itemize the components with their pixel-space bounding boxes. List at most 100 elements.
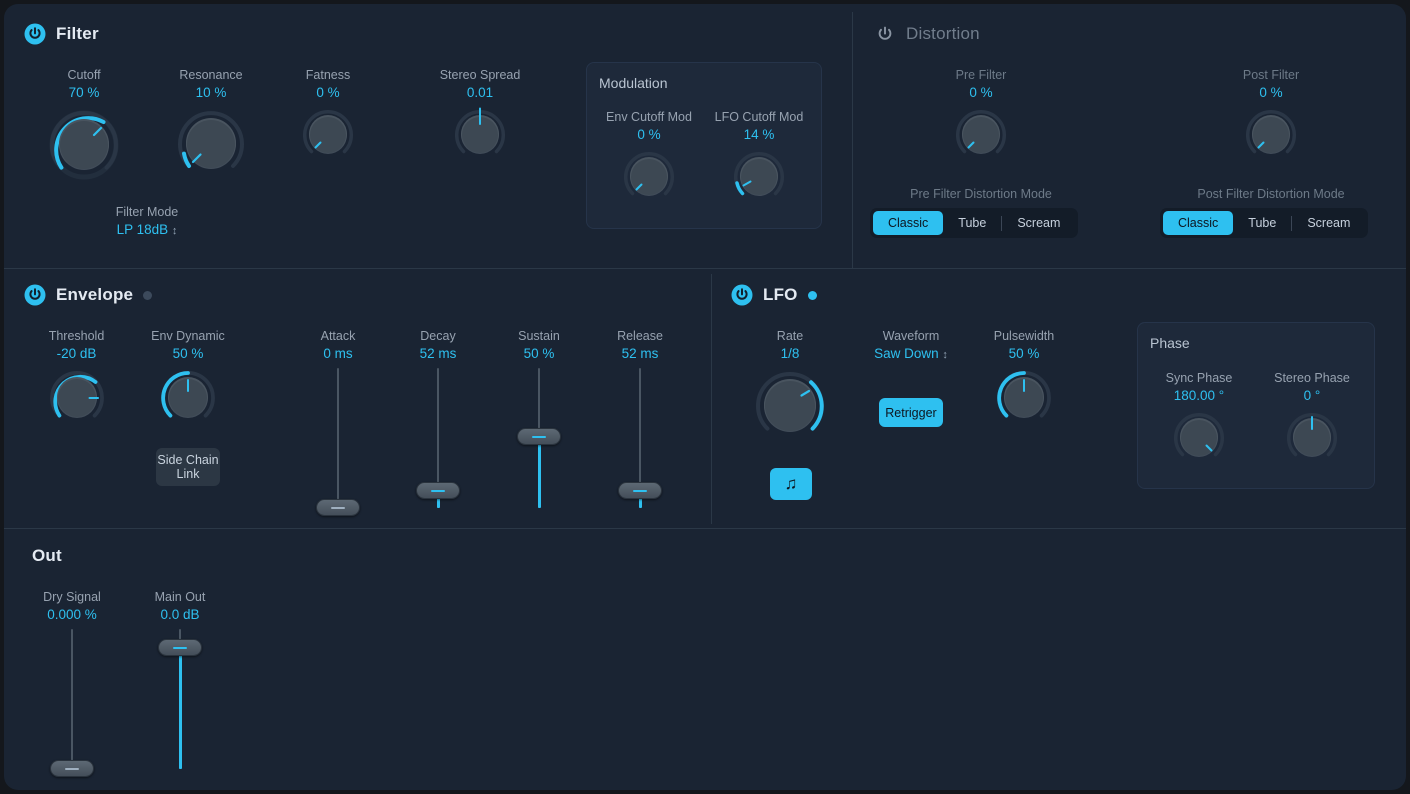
post-filter-distortion-mode-group[interactable]: Classic Tube Scream: [1160, 208, 1368, 238]
slider-fill: [179, 647, 182, 769]
param-value: 0 %: [291, 84, 365, 101]
slider-main-out[interactable]: Main Out 0.0 dB: [134, 590, 226, 777]
knob-env-cutoff-mod[interactable]: [620, 148, 678, 206]
filter-mode-value-row[interactable]: LP 18dB ↕: [97, 221, 197, 240]
param-value: 180.00 °: [1150, 387, 1248, 404]
param-value: -20 dB: [29, 345, 124, 362]
section-header-lfo: LFO: [731, 284, 817, 306]
section-header-out: Out: [32, 546, 62, 566]
param-value: 0 °: [1262, 387, 1362, 404]
section-header-filter: Filter: [24, 23, 99, 45]
slider-value: 0 ms: [292, 345, 384, 362]
slider-thumb[interactable]: [517, 428, 561, 445]
slider-value: 0.0 dB: [134, 606, 226, 623]
param-lfo-waveform[interactable]: Waveform Saw Down ↕: [859, 329, 963, 364]
post-mode-classic[interactable]: Classic: [1163, 211, 1233, 235]
slider-sustain[interactable]: Sustain 50 %: [493, 329, 585, 516]
knob-env-dynamic[interactable]: [157, 367, 219, 429]
param-value: 14 %: [710, 126, 808, 143]
pre-filter-mode-label: Pre Filter Distortion Mode: [852, 187, 1110, 202]
param-label: Env Dynamic: [138, 329, 238, 344]
power-icon[interactable]: [24, 284, 46, 306]
music-note-glyph: ♫: [785, 477, 798, 491]
param-value: 50 %: [976, 345, 1072, 362]
filter-mode-selector[interactable]: Filter Mode LP 18dB ↕: [97, 205, 197, 240]
param-pulsewidth[interactable]: Pulsewidth 50 %: [976, 329, 1072, 429]
knob-lfo-rate[interactable]: [751, 367, 829, 445]
waveform-value-row[interactable]: Saw Down ↕: [859, 345, 963, 364]
slider-thumb[interactable]: [618, 482, 662, 499]
section-title-lfo: LFO: [763, 285, 798, 305]
slider-decay[interactable]: Decay 52 ms: [392, 329, 484, 516]
knob-lfo-cutoff-mod[interactable]: [730, 148, 788, 206]
param-label: Stereo Spread: [417, 68, 543, 83]
slider-attack[interactable]: Attack 0 ms: [292, 329, 384, 516]
param-label: Resonance: [164, 68, 258, 83]
pre-mode-classic[interactable]: Classic: [873, 211, 943, 235]
param-stereo-spread[interactable]: Stereo Spread 0.01: [417, 68, 543, 164]
param-value: 0.01: [417, 84, 543, 101]
knob-stereo-phase[interactable]: [1283, 409, 1341, 467]
param-cutoff[interactable]: Cutoff 70 %: [34, 68, 134, 184]
power-icon[interactable]: [874, 23, 896, 45]
slider-release[interactable]: Release 52 ms: [594, 329, 686, 516]
slider-thumb[interactable]: [316, 499, 360, 516]
param-value: 70 %: [34, 84, 134, 101]
knob-post-filter[interactable]: [1242, 106, 1300, 164]
param-label: LFO Cutoff Mod: [710, 110, 808, 125]
divider-filter-distortion: [852, 12, 853, 268]
music-note-icon[interactable]: ♫: [770, 468, 812, 500]
power-icon[interactable]: [731, 284, 753, 306]
param-threshold[interactable]: Threshold -20 dB: [29, 329, 124, 429]
param-env-dynamic[interactable]: Env Dynamic 50 %: [138, 329, 238, 429]
knob-sync-phase[interactable]: [1170, 409, 1228, 467]
param-label: Fatness: [291, 68, 365, 83]
post-mode-tube[interactable]: Tube: [1233, 211, 1291, 235]
knob-resonance[interactable]: [173, 106, 249, 182]
param-stereo-phase[interactable]: Stereo Phase 0 °: [1262, 371, 1362, 467]
knob-threshold[interactable]: [46, 367, 108, 429]
retrigger-button[interactable]: Retrigger: [879, 398, 943, 427]
param-resonance[interactable]: Resonance 10 %: [164, 68, 258, 182]
knob-cutoff[interactable]: [45, 106, 123, 184]
section-header-envelope: Envelope: [24, 284, 152, 306]
slider-label: Release: [594, 329, 686, 344]
slider-thumb[interactable]: [158, 639, 202, 656]
section-title-distortion: Distortion: [906, 24, 980, 44]
knob-stereo-spread[interactable]: [451, 106, 509, 164]
knob-pulsewidth[interactable]: [993, 367, 1055, 429]
chevron-updown-icon: ↕: [172, 225, 178, 237]
param-label: Stereo Phase: [1262, 371, 1362, 386]
param-lfo-rate[interactable]: Rate 1/8: [744, 329, 836, 445]
knob-pre-filter[interactable]: [952, 106, 1010, 164]
param-label: Post Filter: [1211, 68, 1331, 83]
slider-thumb[interactable]: [416, 482, 460, 499]
param-pre-filter[interactable]: Pre Filter 0 %: [921, 68, 1041, 164]
param-env-cutoff-mod[interactable]: Env Cutoff Mod 0 %: [600, 110, 698, 206]
pre-mode-scream[interactable]: Scream: [1002, 211, 1075, 235]
slider-label: Dry Signal: [26, 590, 118, 605]
slider-rail[interactable]: [71, 629, 73, 769]
param-lfo-cutoff-mod[interactable]: LFO Cutoff Mod 14 %: [710, 110, 808, 206]
side-chain-link-button[interactable]: Side Chain Link: [156, 448, 220, 486]
param-sync-phase[interactable]: Sync Phase 180.00 °: [1150, 371, 1248, 467]
pre-mode-tube[interactable]: Tube: [943, 211, 1001, 235]
param-value: 1/8: [744, 345, 836, 362]
param-label: Env Cutoff Mod: [600, 110, 698, 125]
param-value: 10 %: [164, 84, 258, 101]
side-chain-link-line2: Link: [177, 467, 200, 481]
retrigger-label: Retrigger: [885, 406, 936, 420]
param-fatness[interactable]: Fatness 0 %: [291, 68, 365, 164]
envelope-activity-indicator: [143, 291, 152, 300]
param-label: Pulsewidth: [976, 329, 1072, 344]
divider-envelope-lfo: [711, 274, 712, 524]
slider-rail[interactable]: [337, 368, 339, 508]
slider-thumb[interactable]: [50, 760, 94, 777]
power-icon[interactable]: [24, 23, 46, 45]
post-mode-scream[interactable]: Scream: [1292, 211, 1365, 235]
knob-fatness[interactable]: [299, 106, 357, 164]
section-title-filter: Filter: [56, 24, 99, 44]
slider-dry-signal[interactable]: Dry Signal 0.000 %: [26, 590, 118, 777]
pre-filter-distortion-mode-group[interactable]: Classic Tube Scream: [870, 208, 1078, 238]
param-post-filter[interactable]: Post Filter 0 %: [1211, 68, 1331, 164]
